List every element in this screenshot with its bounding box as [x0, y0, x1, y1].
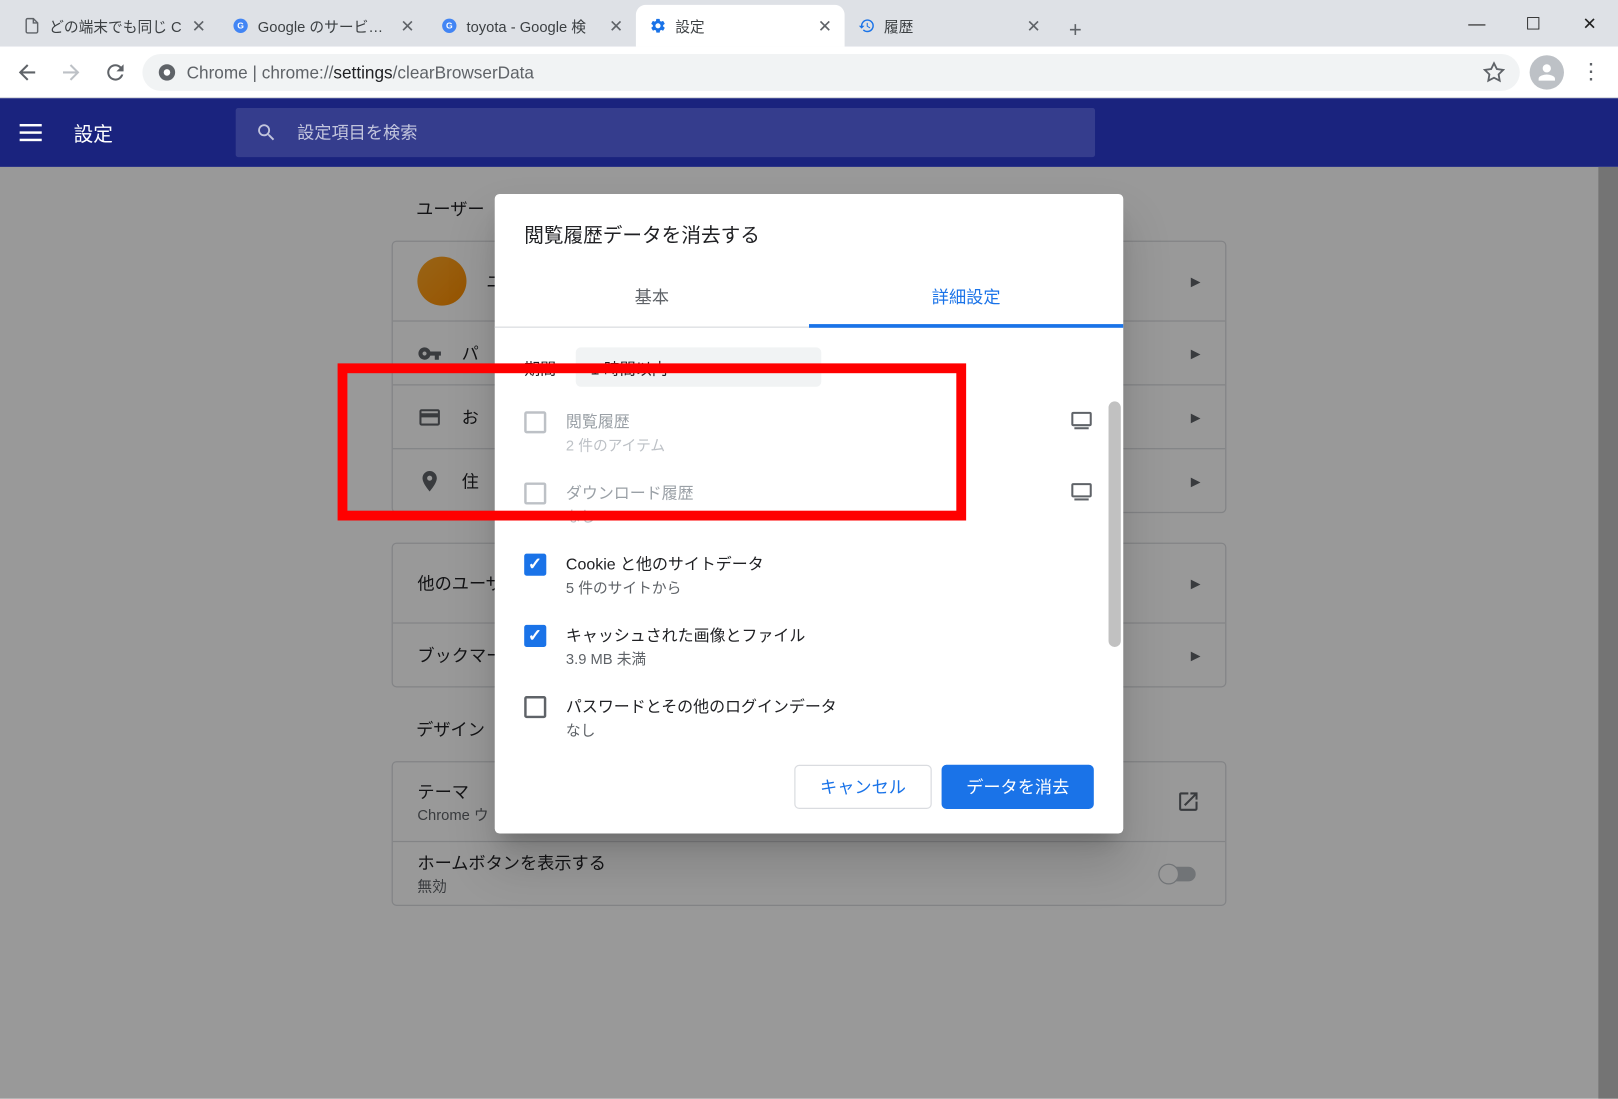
dialog-scrollbar[interactable] — [1109, 401, 1121, 745]
clear-browsing-data-dialog: 閲覧履歴データを消去する 基本 詳細設定 期間 1 時間以内 ▼ 閲覧履歴 2 … — [495, 194, 1124, 834]
forward-button[interactable] — [54, 55, 88, 89]
svg-text:G: G — [446, 21, 453, 31]
browser-tab-1[interactable]: G Google のサービス | ✕ — [219, 5, 428, 47]
time-range-label: 期間 — [524, 355, 556, 378]
dialog-tabs: 基本 詳細設定 — [495, 268, 1124, 328]
check-item-browsing-history[interactable]: 閲覧履歴 2 件のアイテム — [524, 397, 1094, 468]
tab-close-icon[interactable]: ✕ — [815, 16, 835, 36]
settings-search-bar[interactable] — [236, 108, 1095, 157]
dialog-title: 閲覧履歴データを消去する — [495, 194, 1124, 268]
search-icon — [255, 122, 277, 144]
window-maximize-button[interactable]: ☐ — [1505, 0, 1561, 47]
gear-icon — [648, 16, 668, 36]
sync-disabled-icon — [1069, 480, 1094, 505]
bookmark-star-icon[interactable] — [1483, 61, 1505, 83]
history-icon — [857, 16, 877, 36]
tab-title: toyota - Google 検 — [466, 15, 599, 36]
tab-title: Google のサービス | — [258, 15, 391, 36]
browser-menu-button[interactable]: ⋮ — [1574, 55, 1608, 89]
browser-tab-2[interactable]: G toyota - Google 検 ✕ — [427, 5, 636, 47]
window-minimize-button[interactable]: — — [1449, 0, 1505, 47]
tab-title: どの端末でも同じ C — [49, 15, 182, 36]
check-item-cache[interactable]: キャッシュされた画像とファイル 3.9 MB 未満 — [524, 610, 1094, 681]
address-bar[interactable]: Chrome | chrome://settings/clearBrowserD… — [142, 53, 1519, 90]
checkbox[interactable] — [524, 696, 546, 718]
new-tab-button[interactable]: + — [1058, 12, 1092, 46]
checkbox[interactable] — [524, 625, 546, 647]
chrome-icon — [157, 62, 177, 82]
browser-toolbar: Chrome | chrome://settings/clearBrowserD… — [0, 47, 1618, 99]
tab-advanced[interactable]: 詳細設定 — [809, 268, 1123, 327]
checkbox[interactable] — [524, 482, 546, 504]
check-item-passwords[interactable]: パスワードとその他のログインデータ なし — [524, 681, 1094, 745]
dialog-body: 期間 1 時間以内 ▼ 閲覧履歴 2 件のアイテム ダウンロード履歴 なし — [495, 328, 1124, 745]
chevron-down-icon: ▼ — [794, 360, 806, 374]
checkbox[interactable] — [524, 411, 546, 433]
sync-disabled-icon — [1069, 409, 1094, 434]
clear-data-button[interactable]: データを消去 — [942, 765, 1094, 809]
check-item-download-history[interactable]: ダウンロード履歴 なし — [524, 468, 1094, 539]
tab-close-icon[interactable]: ✕ — [189, 16, 209, 36]
back-button[interactable] — [10, 55, 44, 89]
google-icon: G — [439, 16, 459, 36]
hamburger-menu-button[interactable] — [20, 118, 49, 147]
time-range-dropdown[interactable]: 1 時間以内 ▼ — [576, 347, 822, 386]
check-item-cookies[interactable]: Cookie と他のサイトデータ 5 件のサイトから — [524, 539, 1094, 610]
reload-button[interactable] — [98, 55, 132, 89]
settings-header: 設定 — [0, 98, 1618, 167]
browser-tab-3[interactable]: 設定 ✕ — [636, 5, 845, 47]
profile-avatar-button[interactable] — [1530, 55, 1564, 89]
document-icon — [22, 16, 42, 36]
tab-title: 履歴 — [884, 15, 1017, 36]
settings-search-input[interactable] — [297, 123, 1075, 143]
window-close-button[interactable]: ✕ — [1562, 0, 1618, 47]
tab-close-icon[interactable]: ✕ — [1024, 16, 1044, 36]
url-display: Chrome | chrome://settings/clearBrowserD… — [187, 62, 534, 82]
browser-tab-4[interactable]: 履歴 ✕ — [845, 5, 1054, 47]
dialog-footer: キャンセル データを消去 — [495, 745, 1124, 833]
tab-title: 設定 — [675, 15, 808, 36]
browser-tabstrip: どの端末でも同じ C ✕ G Google のサービス | ✕ G toyota… — [0, 0, 1618, 47]
google-icon: G — [231, 16, 251, 36]
checkbox[interactable] — [524, 554, 546, 576]
tab-close-icon[interactable]: ✕ — [606, 16, 626, 36]
tab-basic[interactable]: 基本 — [495, 268, 809, 327]
window-controls: — ☐ ✕ — [1449, 0, 1618, 47]
browser-tab-0[interactable]: どの端末でも同じ C ✕ — [10, 5, 219, 47]
settings-title: 設定 — [74, 118, 113, 147]
cancel-button[interactable]: キャンセル — [794, 765, 931, 809]
tab-close-icon[interactable]: ✕ — [398, 16, 418, 36]
svg-text:G: G — [237, 21, 244, 31]
